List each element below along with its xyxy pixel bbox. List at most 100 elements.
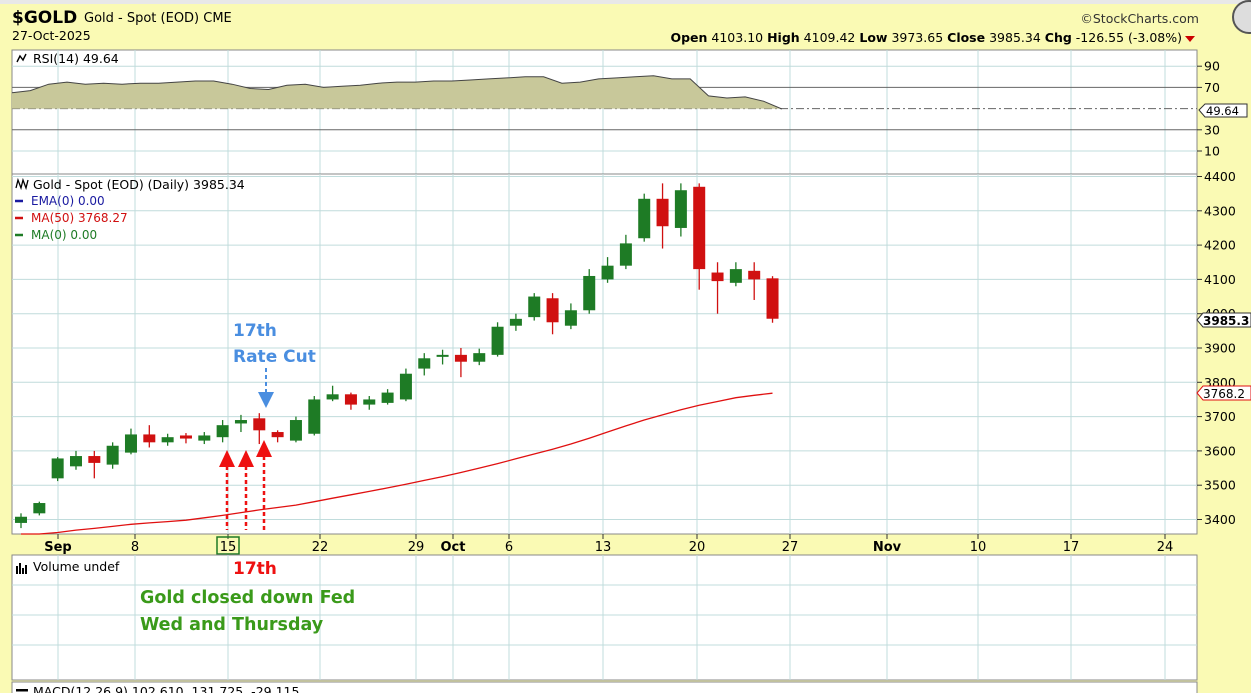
price-axis: 4400430042004100400039003800370036003500… (1197, 169, 1236, 527)
candle-up (491, 322, 504, 357)
candle-body (15, 516, 27, 523)
rsi-tick-label: 90 (1204, 59, 1220, 74)
candle-body (88, 456, 101, 463)
candle-body (344, 394, 357, 405)
candle-body (381, 392, 394, 403)
macd-label: MACD(12,26,9) 102.610, 131.725, -29.115 (33, 684, 299, 693)
price-tick-label: 3400 (1204, 512, 1236, 527)
candle-body (289, 420, 302, 441)
legend-entry: MA(50) 3768.27 (31, 211, 128, 225)
candle-body (308, 399, 321, 434)
candle-body (253, 418, 266, 431)
candle-body (564, 310, 577, 326)
x-tick-label: 8 (131, 540, 139, 555)
rate-cut-label-line2: Rate Cut (233, 347, 316, 367)
x-tick-label: 10 (970, 540, 987, 555)
candle-up (51, 457, 64, 482)
note-line2: Wed and Thursday (140, 615, 324, 635)
candle-body (69, 456, 82, 467)
candle-body (601, 265, 614, 280)
candle-up (528, 293, 541, 321)
x-tick-label: Nov (873, 540, 902, 555)
rsi-tick-label: 30 (1204, 122, 1220, 137)
price-tick-label: 3700 (1204, 409, 1236, 424)
close-price-tag-value: 3985.3 (1203, 314, 1249, 328)
candle-body (528, 296, 541, 318)
candle-body (106, 445, 119, 465)
candle-body (399, 373, 412, 400)
candle-down (766, 276, 779, 323)
x-tick-label: 13 (595, 540, 612, 555)
chart-window: $GOLD Gold - Spot (EOD) CME 27-Oct-2025 … (0, 0, 1251, 693)
x-tick-label: Oct (441, 540, 466, 555)
candle-body (51, 458, 64, 479)
candle-body (748, 270, 761, 280)
candle-body (546, 298, 559, 323)
x-tick-label: Sep (44, 540, 72, 555)
candle-body (674, 190, 687, 228)
note-line1: Gold closed down Fed (140, 588, 355, 608)
candle-body (711, 272, 724, 282)
rsi-panel-bg (11, 49, 1198, 175)
chart-svg: 90 70 30 10 RSI(14) 49.64 49.64 4400 4300 420… (11, 49, 1251, 693)
price-panel-label: Gold - Spot (EOD) (Daily) 3985.34 (33, 177, 245, 192)
candle-body (234, 420, 247, 424)
x-tick-label: 29 (408, 540, 425, 555)
candle-up (289, 416, 302, 443)
candle-body (729, 269, 742, 283)
price-tick-label: 3600 (1204, 443, 1236, 458)
rsi-current-tag: 49.64 (1198, 103, 1248, 118)
close-price-tag: 3985.3 (1196, 312, 1251, 328)
x-tick-label: 22 (312, 540, 329, 555)
candle-body (124, 434, 137, 453)
price-tick-label: 3900 (1204, 341, 1236, 356)
x-tick-label: 15 (220, 540, 237, 555)
candle-body (436, 354, 449, 357)
rsi-tick-label: 70 (1204, 80, 1220, 95)
candle-body (418, 358, 431, 369)
candle-body (216, 425, 229, 438)
candle-body (638, 198, 651, 239)
candle-body (454, 354, 467, 362)
candle-body (179, 435, 192, 439)
candle-body (363, 399, 376, 405)
candle-up (33, 501, 46, 516)
x-tick-label: 6 (505, 540, 513, 555)
candle-body (271, 432, 284, 438)
price-panel-bg (11, 173, 1198, 535)
price-tick-label: 4300 (1204, 203, 1236, 218)
legend-entry: EMA(0) 0.00 (31, 194, 105, 208)
macd-panel: MACD(12,26,9) 102.610, 131.725, -29.115 (11, 681, 1198, 693)
x-tick-label: 27 (782, 540, 799, 555)
candle-body (693, 186, 706, 270)
x-tick-label: 17 (1063, 540, 1080, 555)
candle-body (473, 353, 486, 362)
candle-body (491, 326, 504, 355)
candle-body (509, 318, 522, 326)
rsi-panel: 90 70 30 10 RSI(14) 49.64 49.64 (11, 49, 1248, 175)
price-tick-label: 4100 (1204, 272, 1236, 287)
candle-up (308, 396, 321, 436)
rate-cut-label-line1: 17th (233, 321, 277, 341)
price-panel: 4400430042004100400039003800370036003500… (11, 169, 1251, 535)
legend-entry: MA(0) 0.00 (31, 228, 97, 242)
rsi-current-value: 49.64 (1206, 104, 1239, 118)
candle-body (619, 243, 632, 266)
candle-body (161, 437, 174, 443)
candle-up (638, 193, 651, 242)
candle-body (583, 275, 596, 311)
rsi-tick-label: 10 (1204, 144, 1220, 159)
macd-icon (16, 689, 28, 692)
price-tick-label: 4400 (1204, 169, 1236, 184)
candle-body (33, 503, 46, 514)
price-tick-label: 4200 (1204, 238, 1236, 253)
red-17th-label: 17th (233, 559, 277, 579)
candle-body (198, 435, 211, 441)
rsi-label: RSI(14) 49.64 (33, 51, 119, 66)
x-tick-label: 20 (689, 540, 706, 555)
ma50-tag-value: 3768.2 (1203, 387, 1245, 401)
candle-body (766, 278, 779, 319)
x-tick-label: 24 (1157, 540, 1174, 555)
volume-label: Volume undef (33, 559, 120, 574)
candle-body (656, 198, 669, 227)
